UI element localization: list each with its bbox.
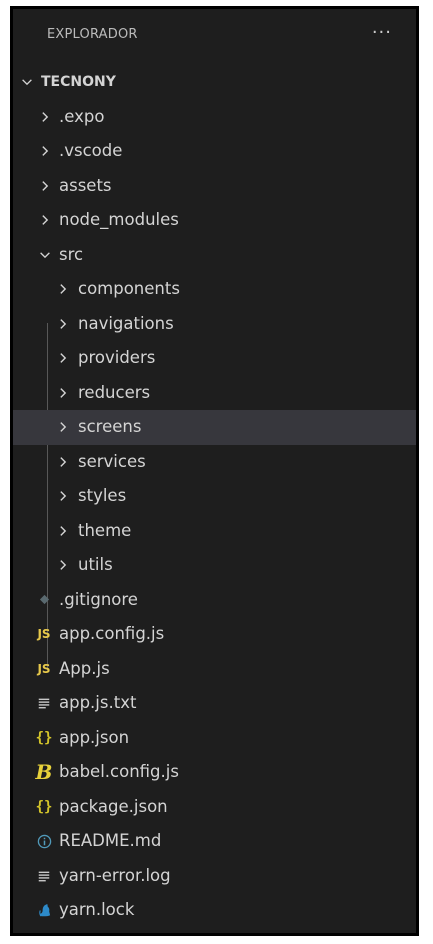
folder-label: assets	[59, 175, 112, 195]
tree-root-tecnony[interactable]: TECNONY	[13, 65, 416, 100]
folder-src[interactable]: src	[13, 238, 416, 273]
info-circle-icon	[33, 824, 55, 859]
file-label: app.config.js	[59, 624, 165, 643]
file-yarn-error-log[interactable]: yarn-error.log	[13, 859, 416, 894]
babel-icon: B	[35, 760, 53, 784]
file-app-js[interactable]: JS App.js	[13, 652, 416, 687]
chevron-right-icon	[55, 341, 71, 376]
chevron-right-icon	[37, 203, 53, 238]
file-babel-config-js[interactable]: B babel.config.js	[13, 755, 416, 790]
folder-assets[interactable]: assets	[13, 169, 416, 204]
chevron-right-icon	[55, 548, 71, 583]
more-actions-button[interactable]: ···	[372, 22, 392, 43]
text-lines-icon	[33, 686, 55, 721]
folder-label: screens	[78, 417, 142, 436]
folder-label: reducers	[78, 382, 151, 402]
folder-node-modules[interactable]: node_modules	[13, 203, 416, 238]
js-icon: JS	[37, 627, 51, 641]
chevron-right-icon	[37, 169, 53, 204]
git-diamond-icon	[33, 583, 55, 618]
explorer-title: EXPLORADOR	[47, 27, 138, 42]
folder-label: utils	[78, 555, 113, 574]
file-tree: TECNONY .expo .vscode assets node_module…	[13, 65, 416, 928]
folder-reducers[interactable]: reducers	[13, 376, 416, 411]
tree-root-label: TECNONY	[41, 74, 116, 90]
folder-providers[interactable]: providers	[13, 341, 416, 376]
chevron-right-icon	[55, 514, 71, 549]
explorer-header: EXPLORADOR ···	[13, 9, 416, 65]
folder-label: styles	[78, 486, 127, 505]
folder-styles[interactable]: styles	[13, 479, 416, 514]
chevron-right-icon	[55, 410, 71, 445]
file-app-js-txt[interactable]: app.js.txt	[13, 686, 416, 721]
chevron-right-icon	[37, 100, 53, 135]
folder-label: node_modules	[59, 210, 179, 229]
folder-label: theme	[78, 520, 132, 540]
file-label: app.js.txt	[59, 693, 137, 712]
folder-vscode[interactable]: .vscode	[13, 134, 416, 169]
folder-label: src	[59, 244, 84, 264]
chevron-right-icon	[55, 376, 71, 411]
yarn-cat-icon	[33, 893, 55, 928]
folder-label: .expo	[59, 106, 105, 126]
chevron-right-icon	[55, 307, 71, 342]
folder-label: providers	[78, 348, 156, 367]
chevron-down-icon	[37, 238, 53, 273]
folder-screens[interactable]: screens	[13, 410, 416, 445]
text-lines-icon	[33, 859, 55, 894]
folder-utils[interactable]: utils	[13, 548, 416, 583]
file-label: app.json	[59, 727, 130, 747]
chevron-right-icon	[37, 134, 53, 169]
js-icon: JS	[37, 661, 51, 676]
folder-expo[interactable]: .expo	[13, 100, 416, 135]
folder-label: components	[78, 279, 180, 298]
file-label: yarn.lock	[59, 900, 135, 919]
file-label: package.json	[59, 796, 168, 816]
folder-label: .vscode	[59, 141, 123, 160]
chevron-right-icon	[55, 479, 71, 514]
file-label: App.js	[59, 658, 110, 678]
file-label: README.md	[59, 831, 162, 850]
folder-navigations[interactable]: navigations	[13, 307, 416, 342]
folder-label: navigations	[78, 313, 174, 333]
file-label: yarn-error.log	[59, 865, 171, 885]
file-readme-md[interactable]: README.md	[13, 824, 416, 859]
explorer-panel: EXPLORADOR ··· TECNONY .expo .vscode ass…	[10, 6, 419, 936]
file-label: babel.config.js	[59, 762, 179, 781]
chevron-right-icon	[55, 445, 71, 480]
folder-label: services	[78, 451, 146, 471]
folder-theme[interactable]: theme	[13, 514, 416, 549]
file-label: .gitignore	[59, 589, 138, 609]
file-app-config-js[interactable]: JS app.config.js	[13, 617, 416, 652]
file-app-json[interactable]: {} app.json	[13, 721, 416, 756]
chevron-down-icon	[19, 65, 35, 100]
json-braces-icon: {}	[35, 798, 53, 815]
folder-services[interactable]: services	[13, 445, 416, 480]
file-gitignore[interactable]: .gitignore	[13, 583, 416, 618]
file-yarn-lock[interactable]: yarn.lock	[13, 893, 416, 928]
json-braces-icon: {}	[35, 729, 53, 746]
chevron-right-icon	[55, 272, 71, 307]
file-package-json[interactable]: {} package.json	[13, 790, 416, 825]
folder-components[interactable]: components	[13, 272, 416, 307]
